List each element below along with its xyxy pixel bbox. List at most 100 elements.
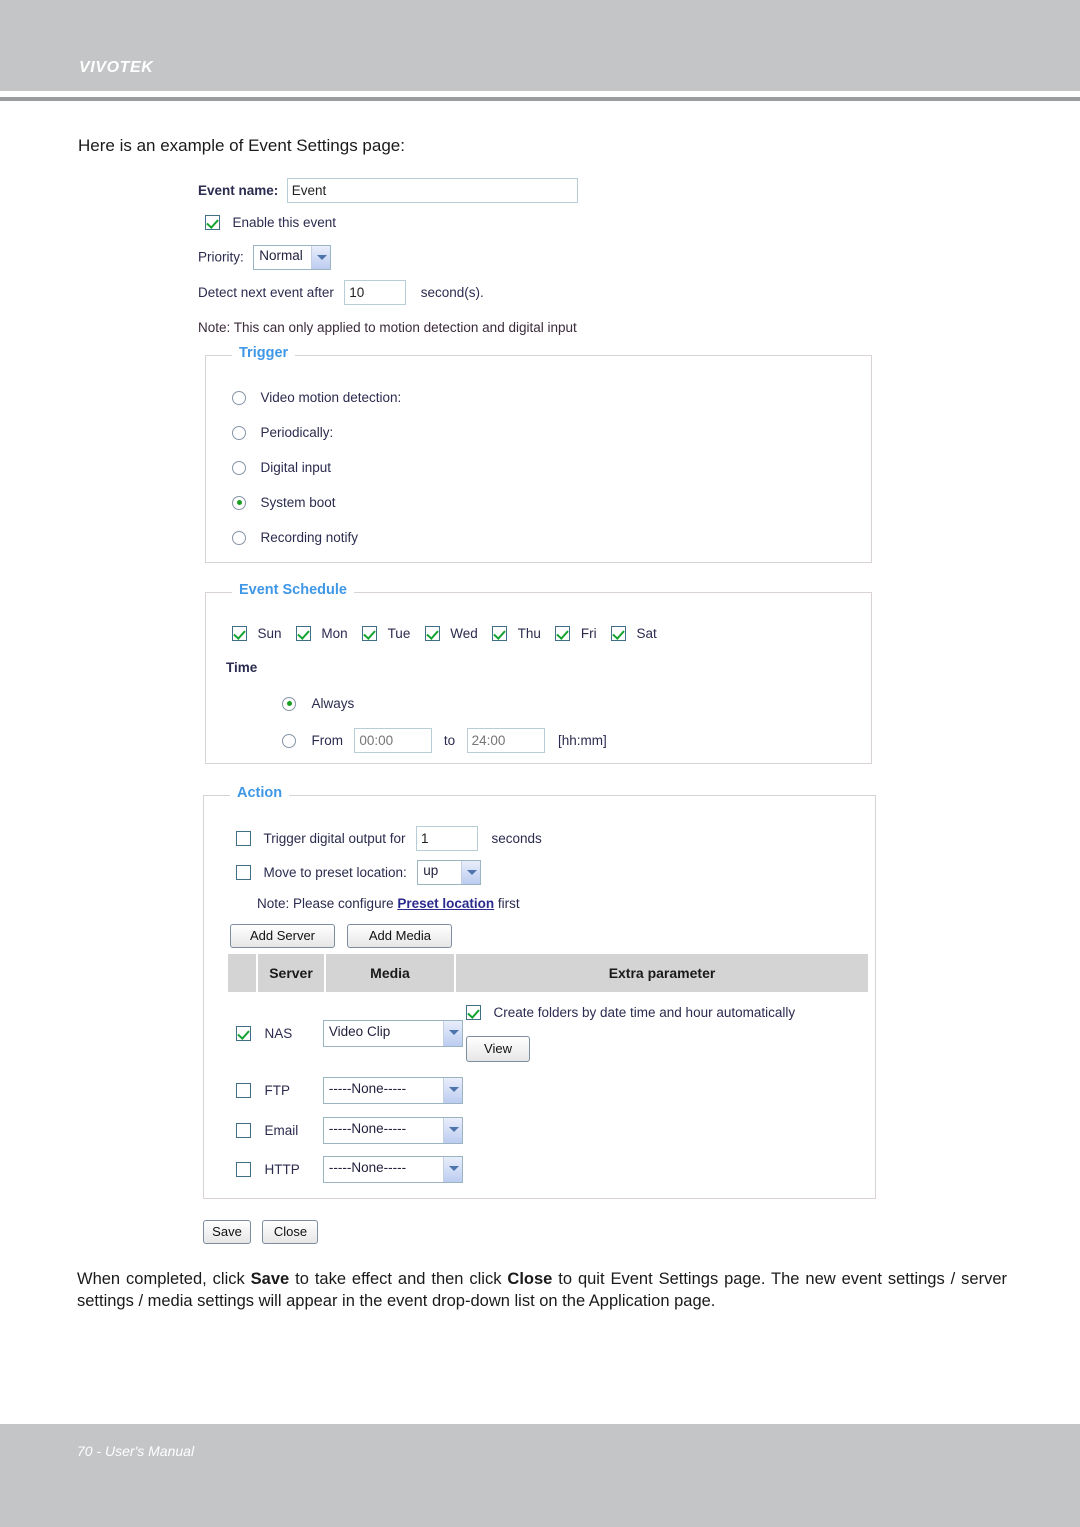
time-range-to-input[interactable] — [466, 728, 545, 753]
weekday-sun-label: Sun — [257, 626, 282, 641]
trigger-label-system-boot: System boot — [260, 495, 336, 510]
chevron-down-icon — [442, 1021, 462, 1046]
trigger-radio-system-boot[interactable] — [232, 495, 246, 510]
weekday-sat-checkbox[interactable] — [611, 626, 627, 642]
weekday-wed[interactable]: Wed — [424, 625, 492, 642]
trigger-digital-output-label: Trigger digital output for — [263, 831, 406, 846]
detect-next-row: Detect next event after second(s). — [198, 280, 484, 305]
move-preset-label: Move to preset location: — [263, 864, 407, 880]
preset-note-suffix: first — [494, 896, 520, 911]
move-preset-checkbox[interactable] — [236, 865, 251, 880]
time-always-radio[interactable] — [282, 696, 296, 711]
email-checkbox[interactable] — [236, 1123, 251, 1138]
preset-note-prefix: Note: Please configure — [257, 896, 398, 911]
time-range-radio[interactable] — [282, 733, 296, 748]
enable-event-checkbox[interactable] — [205, 215, 220, 231]
event-name-input[interactable] — [286, 178, 578, 203]
weekday-mon-checkbox[interactable] — [295, 626, 311, 642]
close-button[interactable]: Close — [262, 1220, 319, 1244]
dialog-buttons-row: Save Close — [203, 1220, 319, 1244]
table-header-extra-parameter: Extra parameter — [456, 954, 868, 992]
weekday-sun-checkbox[interactable] — [232, 626, 247, 642]
trigger-radio-recording-notify[interactable] — [232, 530, 246, 545]
outro-part1: When completed, click — [77, 1270, 251, 1288]
time-label: Time — [226, 660, 258, 675]
priority-select[interactable]: Normal — [253, 245, 332, 270]
create-folders-label: Create folders by date time and hour aut… — [493, 1005, 796, 1020]
enable-event-row[interactable]: Enable this event — [205, 214, 336, 232]
footer-page-label: 70 - User's Manual — [77, 1443, 195, 1459]
move-preset-select[interactable]: up — [417, 860, 482, 885]
create-folders-checkbox[interactable] — [466, 1005, 481, 1021]
weekday-sat[interactable]: Sat — [611, 625, 657, 642]
time-range-from-input[interactable] — [354, 728, 433, 753]
trigger-digital-output-row[interactable]: Trigger digital output for seconds — [236, 826, 542, 851]
action-legend: Action — [230, 785, 290, 801]
trigger-option-periodically[interactable]: Periodically: — [232, 424, 333, 442]
http-checkbox[interactable] — [236, 1162, 251, 1177]
table-row-nas[interactable]: NAS Video Clip — [236, 1020, 463, 1047]
trigger-radio-digital-input[interactable] — [232, 460, 246, 475]
trigger-digital-output-input[interactable] — [415, 826, 478, 851]
http-media-select-value: -----None----- — [328, 1160, 407, 1175]
ftp-server-label: FTP — [264, 1082, 290, 1098]
preset-location-link[interactable]: Preset location — [397, 896, 494, 911]
detect-next-suffix: second(s). — [420, 285, 484, 300]
weekday-thu[interactable]: Thu — [492, 625, 555, 642]
http-server-label: HTTP — [264, 1161, 300, 1177]
table-row-ftp[interactable]: FTP -----None----- — [236, 1077, 463, 1104]
http-media-select[interactable]: -----None----- — [322, 1156, 463, 1183]
nas-view-row: View — [466, 1036, 530, 1062]
detect-next-input[interactable] — [344, 280, 407, 305]
add-server-button[interactable]: Add Server — [230, 924, 335, 948]
table-header-server: Server — [258, 954, 324, 992]
weekday-tue-checkbox[interactable] — [362, 626, 378, 642]
email-media-select-value: -----None----- — [328, 1121, 407, 1136]
time-range-row[interactable]: From to [hh:mm] — [282, 728, 607, 753]
event-name-row: Event name: — [198, 178, 578, 203]
nas-checkbox[interactable] — [236, 1026, 251, 1041]
nas-media-select[interactable]: Video Clip — [322, 1020, 463, 1047]
trigger-option-system-boot[interactable]: System boot — [232, 494, 336, 512]
chevron-down-icon — [442, 1157, 462, 1182]
save-button[interactable]: Save — [203, 1220, 251, 1244]
weekday-sun[interactable]: Sun — [232, 625, 296, 642]
weekday-fri[interactable]: Fri — [555, 625, 611, 642]
nas-create-folders-row[interactable]: Create folders by date time and hour aut… — [466, 1004, 795, 1022]
table-row-http[interactable]: HTTP -----None----- — [236, 1156, 463, 1183]
trigger-option-recording-notify[interactable]: Recording notify — [232, 529, 358, 547]
weekday-wed-checkbox[interactable] — [424, 626, 440, 642]
event-name-label: Event name: — [198, 183, 279, 198]
view-button[interactable]: View — [466, 1036, 530, 1062]
move-preset-row[interactable]: Move to preset location: up — [236, 860, 482, 885]
event-schedule-legend: Event Schedule — [232, 582, 354, 598]
action-buttons-row: Add Server Add Media — [230, 924, 453, 948]
trigger-option-digital-input[interactable]: Digital input — [232, 459, 331, 477]
weekday-fri-checkbox[interactable] — [555, 626, 571, 642]
ftp-checkbox[interactable] — [236, 1083, 251, 1098]
time-always-label: Always — [311, 696, 355, 711]
trigger-radio-video-motion-detection[interactable] — [232, 390, 246, 405]
trigger-option-video-motion-detection[interactable]: Video motion detection: — [232, 389, 401, 407]
table-row-email[interactable]: Email -----None----- — [236, 1117, 463, 1144]
table-header-row: Server Media Extra parameter — [228, 954, 868, 992]
chevron-down-icon — [442, 1118, 462, 1143]
weekday-thu-checkbox[interactable] — [492, 626, 508, 642]
trigger-fieldset: Trigger Video motion detection: Periodic… — [205, 345, 872, 563]
trigger-digital-output-checkbox[interactable] — [236, 831, 251, 847]
table-header-media: Media — [326, 954, 454, 992]
add-media-button[interactable]: Add Media — [347, 924, 453, 948]
email-media-select[interactable]: -----None----- — [322, 1117, 463, 1144]
outro-text: When completed, click Save to take effec… — [77, 1268, 1007, 1313]
trigger-legend: Trigger — [232, 345, 296, 361]
trigger-label-digital-input: Digital input — [260, 460, 331, 475]
chevron-down-icon — [461, 861, 481, 884]
ftp-media-select[interactable]: -----None----- — [322, 1077, 463, 1104]
time-format-hint: [hh:mm] — [558, 733, 607, 748]
time-always-row[interactable]: Always — [282, 695, 354, 713]
weekday-tue-label: Tue — [387, 626, 411, 641]
priority-row: Priority: Normal — [198, 245, 332, 270]
weekday-mon[interactable]: Mon — [295, 625, 362, 642]
trigger-radio-periodically[interactable] — [232, 425, 246, 440]
weekday-tue[interactable]: Tue — [362, 625, 425, 642]
